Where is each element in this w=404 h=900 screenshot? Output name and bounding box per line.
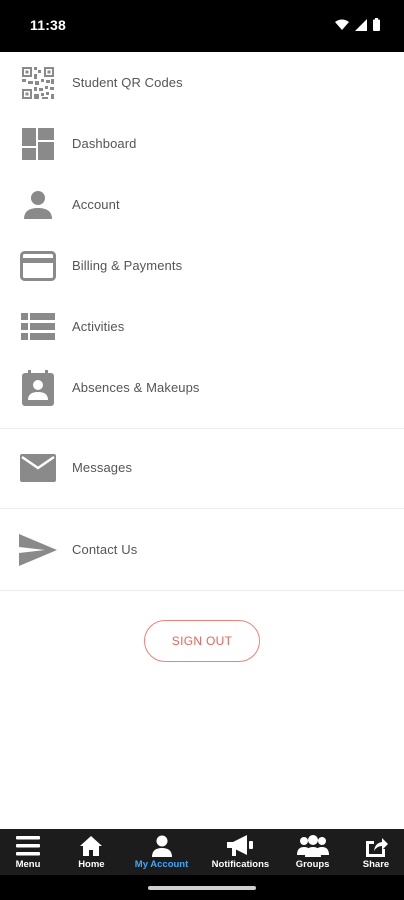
- tab-label: Menu: [15, 859, 41, 870]
- home-icon: [80, 834, 103, 858]
- tab-label: Notifications: [211, 859, 270, 870]
- tab-home[interactable]: Home: [71, 829, 111, 875]
- bottom-tab-bar: Menu Home My Account Notifications Group…: [0, 829, 404, 875]
- wifi-icon: [335, 19, 349, 30]
- menu-item-dashboard[interactable]: Dashboard: [0, 113, 404, 174]
- person-icon: [18, 185, 58, 225]
- gesture-handle[interactable]: [148, 886, 256, 890]
- tab-groups[interactable]: Groups: [293, 829, 333, 875]
- signal-icon: [355, 18, 367, 31]
- dashboard-icon: [18, 124, 58, 164]
- menu-item-label: Absences & Makeups: [72, 380, 200, 395]
- menu-item-billing-payments[interactable]: Billing & Payments: [0, 235, 404, 296]
- qr-code-icon: [18, 63, 58, 103]
- menu-item-account[interactable]: Account: [0, 174, 404, 235]
- tab-share[interactable]: Share: [356, 829, 396, 875]
- menu-item-label: Dashboard: [72, 136, 137, 151]
- credit-card-icon: [18, 246, 58, 286]
- battery-icon: [373, 18, 380, 31]
- menu-item-label: Account: [72, 197, 120, 212]
- sign-out-label: SIGN OUT: [171, 634, 233, 648]
- menu-item-messages[interactable]: Messages: [0, 437, 404, 498]
- list-icon: [18, 307, 58, 347]
- sign-out-container: SIGN OUT: [0, 620, 404, 662]
- status-time: 11:38: [30, 17, 67, 33]
- hamburger-icon: [16, 834, 40, 858]
- envelope-icon: [18, 448, 58, 488]
- share-icon: [364, 834, 388, 858]
- menu-item-contact-us[interactable]: Contact Us: [0, 519, 404, 580]
- menu-item-activities[interactable]: Activities: [0, 296, 404, 357]
- menu-item-label: Contact Us: [72, 542, 138, 557]
- menu-item-absences-makeups[interactable]: Absences & Makeups: [0, 357, 404, 418]
- gesture-nav-area: [0, 875, 404, 900]
- megaphone-icon: [227, 834, 254, 858]
- menu-item-label: Billing & Payments: [72, 258, 183, 273]
- sign-out-button[interactable]: SIGN OUT: [144, 620, 260, 662]
- menu-item-label: Activities: [72, 319, 125, 334]
- account-menu: Student QR Codes Dashboard Account Billi…: [0, 52, 404, 591]
- tab-notifications[interactable]: Notifications: [211, 829, 270, 875]
- menu-item-label: Student QR Codes: [72, 75, 183, 90]
- menu-item-student-qr-codes[interactable]: Student QR Codes: [0, 52, 404, 113]
- tab-menu[interactable]: Menu: [8, 829, 48, 875]
- status-icons: [335, 18, 380, 31]
- groups-icon: [296, 834, 329, 858]
- contact-badge-icon: [18, 368, 58, 408]
- status-bar: 11:38: [0, 0, 404, 52]
- menu-divider: [0, 590, 404, 591]
- tab-label: My Account: [134, 859, 189, 870]
- tab-label: Groups: [295, 859, 330, 870]
- tab-label: Share: [362, 859, 390, 870]
- tab-my-account[interactable]: My Account: [135, 829, 188, 875]
- send-icon: [18, 530, 58, 570]
- account-icon: [151, 834, 173, 858]
- menu-item-label: Messages: [72, 460, 133, 475]
- tab-label: Home: [78, 859, 105, 870]
